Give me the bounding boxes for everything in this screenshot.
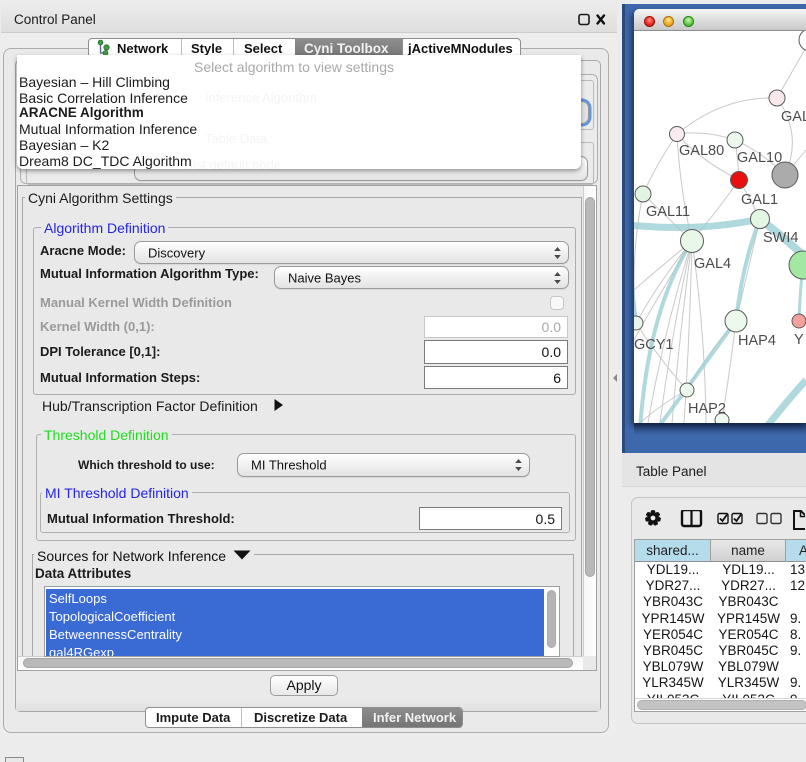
svg-text:SWI4: SWI4 (763, 230, 798, 246)
svg-text:GAL: GAL (781, 109, 806, 125)
svg-text:GAL10: GAL10 (737, 150, 782, 166)
svg-text:GAL80: GAL80 (679, 143, 724, 159)
svg-text:GAL4: GAL4 (694, 256, 731, 272)
svg-text:HAP4: HAP4 (738, 333, 776, 349)
svg-text:Y: Y (794, 332, 804, 348)
svg-text:GAL11: GAL11 (646, 204, 690, 220)
svg-text:GCY1: GCY1 (634, 337, 674, 353)
svg-text:HAP2: HAP2 (688, 401, 726, 417)
svg-text:GAL1: GAL1 (741, 192, 778, 208)
